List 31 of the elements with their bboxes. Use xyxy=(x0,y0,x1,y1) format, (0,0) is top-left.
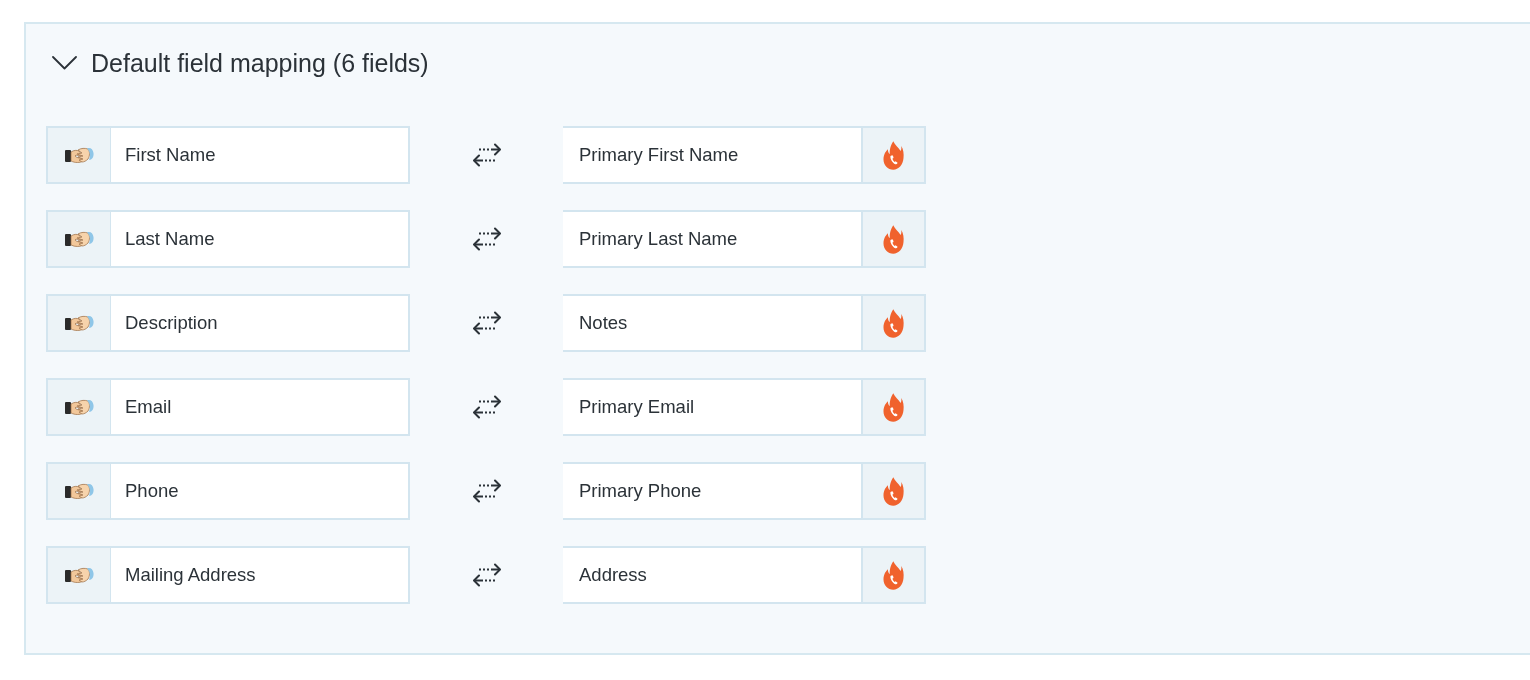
target-field[interactable]: Address xyxy=(563,546,861,604)
flame-phone-icon xyxy=(883,224,904,254)
swap-arrows-icon xyxy=(472,227,501,251)
handshake-icon xyxy=(64,229,94,249)
source-field[interactable]: Phone xyxy=(111,462,410,520)
source-field[interactable]: Email xyxy=(111,378,410,436)
target-field[interactable]: Primary Last Name xyxy=(563,210,861,268)
swap-arrows-icon xyxy=(472,311,501,335)
swap-arrows-icon xyxy=(472,479,501,503)
target-field[interactable]: Notes xyxy=(563,294,861,352)
swap-arrows-icon xyxy=(472,143,501,167)
handshake-icon xyxy=(64,313,94,333)
target-field[interactable]: Primary First Name xyxy=(563,126,861,184)
flame-phone-icon xyxy=(883,560,904,590)
handshake-icon xyxy=(64,397,94,417)
handshake-icon xyxy=(64,145,94,165)
source-field[interactable]: Mailing Address xyxy=(111,546,410,604)
section-toggle[interactable]: Default field mapping (6 fields) xyxy=(46,44,429,82)
swap-arrows-icon xyxy=(472,563,501,587)
target-field[interactable]: Primary Email xyxy=(563,378,861,436)
flame-phone-icon xyxy=(883,140,904,170)
flame-phone-icon xyxy=(883,476,904,506)
source-field[interactable]: First Name xyxy=(111,126,410,184)
target-field[interactable]: Primary Phone xyxy=(563,462,861,520)
handshake-icon xyxy=(64,565,94,585)
source-field[interactable]: Last Name xyxy=(111,210,410,268)
swap-arrows-icon xyxy=(472,395,501,419)
source-field[interactable]: Description xyxy=(111,294,410,352)
flame-phone-icon xyxy=(883,392,904,422)
handshake-icon xyxy=(64,481,94,501)
flame-phone-icon xyxy=(883,308,904,338)
